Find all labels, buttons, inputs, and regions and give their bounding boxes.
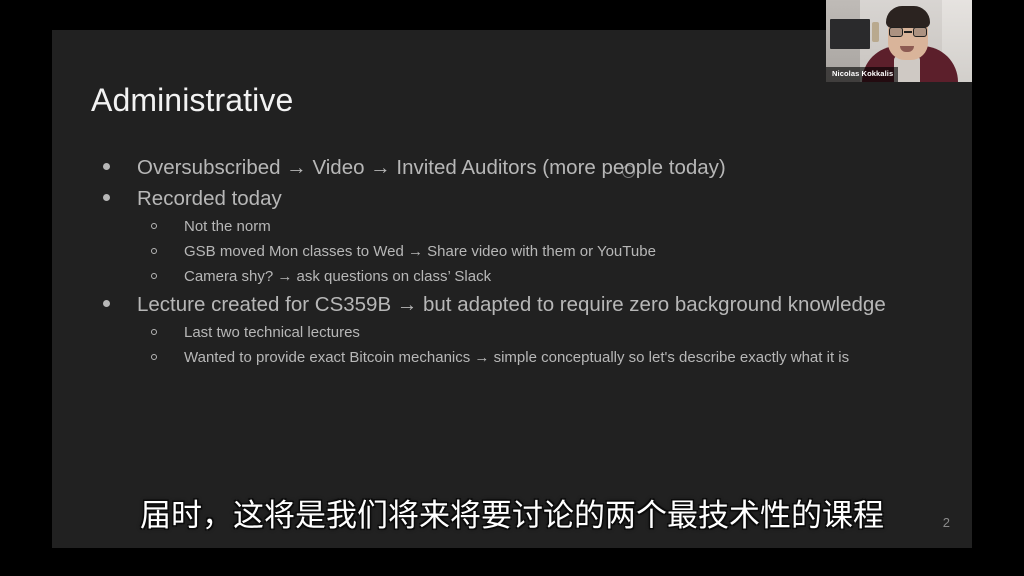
bullet-circle-icon (151, 223, 157, 229)
bullet-disc-icon (103, 163, 110, 170)
list-item-label: GSB moved Mon classes to Wed → Share vid… (184, 243, 656, 260)
list-item: GSB moved Mon classes to Wed → Share vid… (91, 239, 941, 264)
subtitle-caption: 届时，这将是我们将来将要讨论的两个最技术性的课程 (140, 498, 884, 534)
list-item-label: Oversubscribed → Video → Invited Auditor… (137, 156, 726, 179)
list-item-label: Not the norm (184, 218, 271, 235)
webcam-person-hair (886, 6, 930, 28)
participant-name-label: Nicolas Kokkalis (826, 67, 899, 82)
bullet-disc-icon (103, 300, 110, 307)
list-item-label: Wanted to provide exact Bitcoin mechanic… (184, 349, 850, 366)
list-item: Recorded today (91, 183, 941, 214)
glasses-lens-left (889, 27, 903, 37)
bullet-disc-icon (103, 194, 110, 201)
glasses-icon (889, 27, 927, 37)
webcam-lamp (872, 22, 879, 42)
list-item: Lecture created for CS359B → but adapted… (91, 289, 941, 320)
bullet-circle-icon (151, 354, 157, 360)
webcam-video-tile[interactable]: Nicolas Kokkalis (826, 0, 972, 82)
video-stage: Administrative Oversubscribed → Video → … (0, 0, 1024, 576)
bullet-list: Oversubscribed → Video → Invited Auditor… (91, 152, 941, 370)
list-item: Camera shy? → ask questions on class’ Sl… (91, 264, 941, 289)
list-item: Wanted to provide exact Bitcoin mechanic… (91, 345, 941, 370)
webcam-tv-screen (830, 19, 870, 49)
list-item: Oversubscribed → Video → Invited Auditor… (91, 152, 941, 183)
list-item-label: Lecture created for CS359B → but adapted… (137, 293, 886, 316)
list-item: Not the norm (91, 214, 941, 239)
bullet-circle-icon (151, 329, 157, 335)
list-item-label: Recorded today (137, 187, 282, 210)
glasses-bridge (904, 31, 912, 33)
presentation-slide: Administrative Oversubscribed → Video → … (52, 30, 972, 548)
bullet-circle-icon (151, 248, 157, 254)
list-item: Last two technical lectures (91, 320, 941, 345)
bullet-circle-icon (151, 273, 157, 279)
list-item-label: Last two technical lectures (184, 324, 360, 341)
glasses-lens-right (913, 27, 927, 37)
list-item-label: Camera shy? → ask questions on class’ Sl… (184, 268, 492, 285)
page-title: Administrative (91, 82, 294, 118)
